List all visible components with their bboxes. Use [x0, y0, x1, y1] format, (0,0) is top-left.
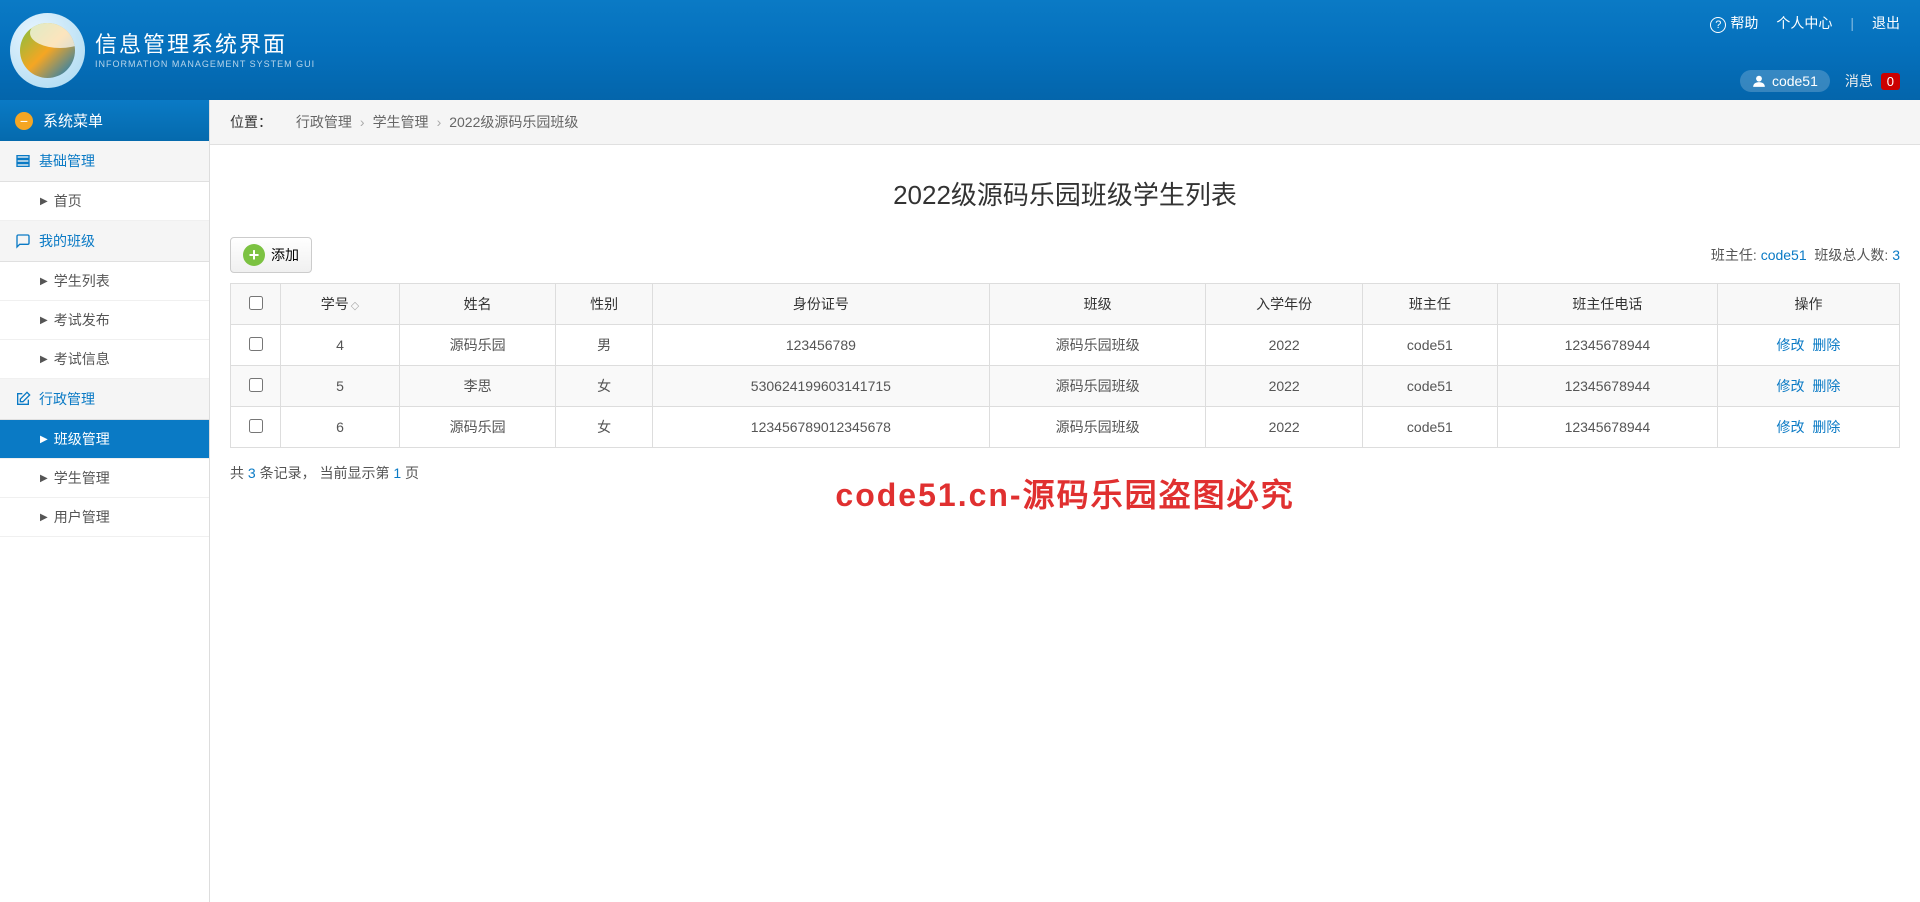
menu-item[interactable]: ▶用户管理	[0, 498, 209, 537]
sort-icon: ◇	[351, 300, 359, 312]
app-title: 信息管理系统界面	[95, 27, 315, 59]
cell-name: 源码乐园	[399, 407, 556, 448]
arrow-right-icon: ▶	[40, 434, 48, 445]
cell-class: 源码乐园班级	[989, 366, 1206, 407]
logo-icon	[10, 13, 85, 88]
cell-year: 2022	[1206, 407, 1363, 448]
menu-item[interactable]: ▶考试信息	[0, 340, 209, 379]
cell-phone: 12345678944	[1497, 325, 1717, 366]
table-row: 5李思女530624199603141715源码乐园班级2022code5112…	[231, 366, 1900, 407]
cell-id: 5	[281, 366, 400, 407]
header: 信息管理系统界面 INFORMATION MANAGEMENT SYSTEM G…	[0, 0, 1920, 100]
column-header[interactable]: 操作	[1717, 284, 1899, 325]
help-icon: ?	[1710, 17, 1726, 33]
user-center-link[interactable]: 个人中心	[1776, 13, 1832, 33]
message-link[interactable]: 消息 0	[1845, 71, 1900, 91]
delete-link[interactable]: 删除	[1812, 378, 1840, 394]
cell-year: 2022	[1206, 325, 1363, 366]
user-badge[interactable]: code51	[1740, 70, 1830, 92]
edit-link[interactable]: 修改	[1777, 419, 1805, 435]
row-checkbox[interactable]	[249, 337, 263, 351]
cell-phone: 12345678944	[1497, 366, 1717, 407]
column-header[interactable]: 学号◇	[281, 284, 400, 325]
cell-id: 4	[281, 325, 400, 366]
help-link[interactable]: ?帮助	[1710, 13, 1758, 33]
plus-icon: +	[243, 244, 265, 266]
cell-teacher: code51	[1362, 366, 1497, 407]
cell-gender: 女	[556, 407, 652, 448]
row-checkbox[interactable]	[249, 419, 263, 433]
breadcrumb: 位置： 行政管理›学生管理›2022级源码乐园班级	[210, 100, 1920, 145]
logo-area: 信息管理系统界面 INFORMATION MANAGEMENT SYSTEM G…	[10, 8, 315, 88]
menu-header: − 系统菜单	[0, 100, 209, 141]
cell-year: 2022	[1206, 366, 1363, 407]
column-header[interactable]: 班主任	[1362, 284, 1497, 325]
arrow-right-icon: ▶	[40, 276, 48, 287]
arrow-right-icon: ▶	[40, 315, 48, 326]
menu-item[interactable]: ▶学生管理	[0, 459, 209, 498]
table-row: 6源码乐园女123456789012345678源码乐园班级2022code51…	[231, 407, 1900, 448]
menu-section[interactable]: 行政管理	[0, 379, 209, 420]
cell-class: 源码乐园班级	[989, 407, 1206, 448]
menu-item[interactable]: ▶学生列表	[0, 262, 209, 301]
cell-id: 6	[281, 407, 400, 448]
cell-teacher: code51	[1362, 325, 1497, 366]
menu-section[interactable]: 基础管理	[0, 141, 209, 182]
user-icon	[1752, 74, 1766, 88]
cell-gender: 女	[556, 366, 652, 407]
menu-item[interactable]: ▶考试发布	[0, 301, 209, 340]
cell-name: 源码乐园	[399, 325, 556, 366]
edit-link[interactable]: 修改	[1777, 337, 1805, 353]
collapse-icon[interactable]: −	[15, 112, 33, 130]
content: 位置： 行政管理›学生管理›2022级源码乐园班级 2022级源码乐园班级学生列…	[210, 100, 1920, 902]
arrow-right-icon: ▶	[40, 196, 48, 207]
cell-teacher: code51	[1362, 407, 1497, 448]
message-count: 0	[1881, 73, 1900, 90]
select-all-checkbox[interactable]	[249, 296, 263, 310]
total-count: 3	[1892, 247, 1900, 263]
breadcrumb-item[interactable]: 2022级源码乐园班级	[449, 114, 578, 130]
pagination: 共 3 条记录， 当前显示第 1 页	[230, 448, 1900, 498]
menu-item[interactable]: ▶首页	[0, 182, 209, 221]
cell-idcard: 123456789012345678	[652, 407, 989, 448]
column-header[interactable]: 班级	[989, 284, 1206, 325]
cell-idcard: 530624199603141715	[652, 366, 989, 407]
teacher-link[interactable]: code51	[1761, 247, 1807, 263]
chat-icon	[15, 233, 31, 249]
cell-class: 源码乐园班级	[989, 325, 1206, 366]
edit-icon	[15, 391, 31, 407]
sidebar: − 系统菜单 基础管理▶首页我的班级▶学生列表▶考试发布▶考试信息行政管理▶班级…	[0, 100, 210, 902]
logout-link[interactable]: 退出	[1872, 13, 1900, 33]
delete-link[interactable]: 删除	[1812, 337, 1840, 353]
list-icon	[15, 153, 31, 169]
cell-phone: 12345678944	[1497, 407, 1717, 448]
row-checkbox[interactable]	[249, 378, 263, 392]
cell-gender: 男	[556, 325, 652, 366]
column-header[interactable]: 性别	[556, 284, 652, 325]
student-table: 学号◇姓名性别身份证号班级入学年份班主任班主任电话操作 4源码乐园男123456…	[230, 283, 1900, 448]
breadcrumb-item[interactable]: 学生管理	[373, 114, 429, 130]
arrow-right-icon: ▶	[40, 512, 48, 523]
cell-name: 李思	[399, 366, 556, 407]
class-info: 班主任: code51 班级总人数: 3	[1711, 245, 1900, 265]
add-button[interactable]: + 添加	[230, 237, 312, 273]
column-header[interactable]: 入学年份	[1206, 284, 1363, 325]
column-header[interactable]: 班主任电话	[1497, 284, 1717, 325]
delete-link[interactable]: 删除	[1812, 419, 1840, 435]
cell-idcard: 123456789	[652, 325, 989, 366]
breadcrumb-item[interactable]: 行政管理	[296, 114, 352, 130]
top-links: ?帮助 个人中心 | 退出	[1710, 8, 1900, 33]
arrow-right-icon: ▶	[40, 354, 48, 365]
page-title: 2022级源码乐园班级学生列表	[230, 160, 1900, 227]
menu-item[interactable]: ▶班级管理	[0, 420, 209, 459]
column-header[interactable]: 姓名	[399, 284, 556, 325]
menu-section[interactable]: 我的班级	[0, 221, 209, 262]
arrow-right-icon: ▶	[40, 473, 48, 484]
app-subtitle: INFORMATION MANAGEMENT SYSTEM GUI	[95, 59, 315, 69]
edit-link[interactable]: 修改	[1777, 378, 1805, 394]
table-row: 4源码乐园男123456789源码乐园班级2022code51123456789…	[231, 325, 1900, 366]
column-header[interactable]: 身份证号	[652, 284, 989, 325]
